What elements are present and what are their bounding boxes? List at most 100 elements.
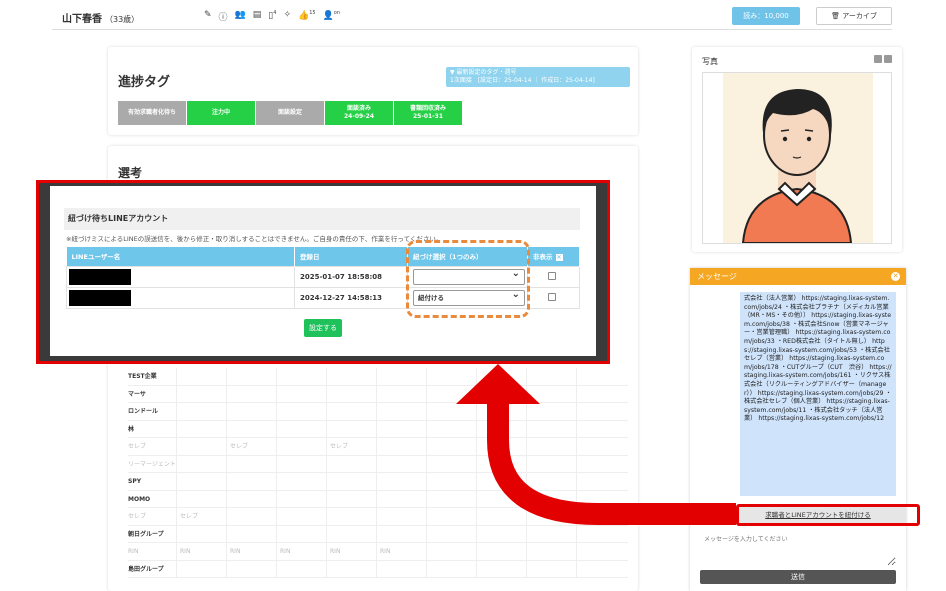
- table-row: 林: [128, 420, 628, 438]
- stage-cell: [576, 403, 626, 420]
- stage-cell: [276, 385, 326, 402]
- stage-cell: [426, 385, 476, 402]
- tag-label: 有効求職者化待ち: [127, 109, 176, 116]
- user-name: 山下春香 （33歳）: [62, 10, 139, 25]
- stage-cell: [476, 403, 526, 420]
- tag-label: 注力中: [211, 109, 230, 116]
- stage-cell: [226, 490, 276, 507]
- company-name-cell: セレブ: [128, 513, 147, 520]
- message-panel-title: メッセージ: [697, 272, 737, 281]
- table-row: セレブ セレブ セレブ: [128, 438, 628, 456]
- table-row: MOMO: [128, 490, 628, 508]
- stage-cell: [476, 490, 526, 507]
- stage-cell: [526, 368, 576, 385]
- stage-cell: [476, 368, 526, 385]
- stage-cell: [276, 525, 326, 542]
- stage-cell: [526, 420, 576, 437]
- stage-cell: [276, 508, 326, 525]
- user-status-badge: on: [333, 10, 341, 16]
- stage-cell: [526, 490, 576, 507]
- stage-cell: [376, 508, 426, 525]
- table-row: 朝日グループ: [128, 525, 628, 543]
- page-header: 山下春香 （33歳） ✎ ⓘ 👥 ▤ ▯4 ✧ 👍15 👤on 読み：10,000…: [52, 0, 892, 30]
- stage-cell: [326, 560, 376, 577]
- stage-cell: [326, 490, 376, 507]
- stage-cell: [376, 368, 426, 385]
- company-name-cell: マーサ: [128, 390, 146, 398]
- stage-cell: [226, 508, 276, 525]
- thumbs-up-icon[interactable]: 👍15: [298, 10, 316, 23]
- stage-cell: [576, 385, 626, 402]
- stage-cell: [276, 368, 326, 385]
- stage-cell: [376, 385, 426, 402]
- stage-cell: [376, 473, 426, 490]
- stage-cell: [226, 420, 276, 437]
- user-status-icon[interactable]: 👤on: [323, 10, 340, 23]
- tag-date: 24-09-24: [343, 113, 375, 120]
- tag-item[interactable]: 面談済み 24-09-24: [325, 101, 393, 125]
- stage-cell: [526, 455, 576, 472]
- company-name-cell: MOMO: [128, 495, 151, 503]
- info-icon[interactable]: ⓘ: [219, 10, 228, 23]
- tag-item[interactable]: 有効求職者化待ち: [118, 101, 186, 125]
- tag-item[interactable]: 書類回収済み 25-01-31: [394, 101, 462, 125]
- stage-cell: [526, 438, 576, 455]
- stage-cell: [426, 438, 476, 455]
- stage-cell: [426, 368, 476, 385]
- stage-cell: [476, 420, 526, 437]
- tag-label: 書類回収済み: [409, 105, 446, 112]
- magic-icon[interactable]: ✧: [283, 10, 291, 23]
- stage-cell: セレブ: [176, 508, 226, 525]
- read-count-button[interactable]: 読み：10,000: [732, 7, 800, 25]
- trash-icon: 🗑: [831, 12, 841, 20]
- message-panel: メッセージ ✕ 式会社（法人営業） https://staging.lixas-…: [690, 268, 906, 591]
- person-avatar-illustration: [723, 73, 873, 244]
- stage-cell: RIN: [376, 543, 426, 560]
- stage-cell: [326, 368, 376, 385]
- document-icon[interactable]: ▯4: [268, 10, 276, 23]
- stage-cell: [176, 455, 226, 472]
- stage-cell: [526, 525, 576, 542]
- stage-cell: [326, 525, 376, 542]
- profile-photo: [702, 72, 892, 244]
- stage-cell: [576, 455, 626, 472]
- latest-tag-info[interactable]: ▼ 最新設定のタグ・週号 1次面接 [設定日：25-04-14 ｜ 作成日：25…: [446, 67, 630, 87]
- archive-button[interactable]: 🗑 アーカイブ: [816, 7, 892, 25]
- photo-edit-icon[interactable]: [874, 55, 882, 63]
- edit-icon[interactable]: ✎: [204, 10, 212, 23]
- stage-cell: [476, 560, 526, 577]
- send-button[interactable]: 送信: [700, 570, 896, 584]
- photo-close-icon[interactable]: [884, 55, 892, 63]
- tag-item[interactable]: 面談設定: [256, 101, 324, 125]
- link-select-highlight: [406, 240, 530, 318]
- stage-cell: [426, 403, 476, 420]
- stage-cell: [476, 508, 526, 525]
- stage-cell: [226, 385, 276, 402]
- stage-cell: [176, 420, 226, 437]
- stage-cell: [376, 438, 426, 455]
- stage-cell: RIN: [226, 543, 276, 560]
- tag-item[interactable]: 注力中: [187, 101, 255, 125]
- company-name-cell: 朝日グループ: [128, 530, 164, 538]
- stage-cell: [176, 385, 226, 402]
- stage-cell: [426, 490, 476, 507]
- message-panel-header: メッセージ ✕: [690, 268, 906, 285]
- photo-controls: [874, 55, 892, 63]
- stage-cell: [576, 490, 626, 507]
- stage-cell: [526, 543, 576, 560]
- table-row: ロンドール: [128, 403, 628, 421]
- stage-cell: RIN: [276, 543, 326, 560]
- stage-cell: [426, 525, 476, 542]
- table-row: TEST企業: [128, 368, 628, 386]
- stage-cell: [476, 525, 526, 542]
- stage-cell: [326, 420, 376, 437]
- message-input[interactable]: [700, 530, 896, 566]
- user-name-text: 山下春香: [62, 14, 102, 25]
- stage-cell: セレブ: [226, 438, 276, 455]
- stage-cell: [576, 543, 626, 560]
- photo-title: 写真: [702, 57, 718, 66]
- stage-cell: [576, 560, 626, 577]
- close-icon[interactable]: ✕: [891, 272, 900, 281]
- id-card-icon[interactable]: ▤: [253, 10, 262, 23]
- users-icon[interactable]: 👥: [235, 10, 246, 23]
